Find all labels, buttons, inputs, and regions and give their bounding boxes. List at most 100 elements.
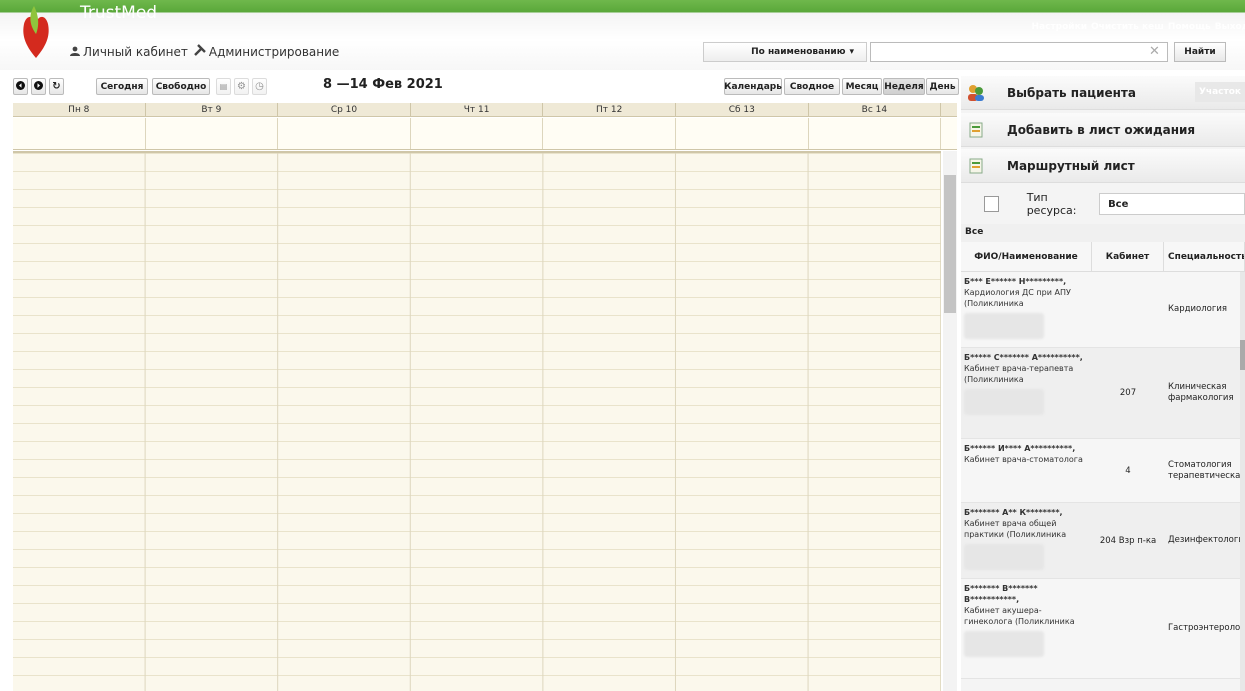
view-week[interactable]: Неделя [883,78,925,95]
nav-cabinet[interactable]: Личный кабинет [70,44,188,59]
row-name: Б*** Е****** Н*********, [964,277,1067,286]
column-specialty[interactable]: Специальность [1164,242,1245,271]
list-icon [961,122,991,138]
all-day-row[interactable] [13,118,957,150]
add-waitlist-button[interactable]: Добавить в лист ожидания [961,113,1245,147]
row-name-cell: Б*** Е****** Н*********, Кардиология ДС … [961,272,1092,347]
route-sheet-button[interactable]: Маршрутный лист [961,149,1245,183]
resource-checkbox[interactable] [984,196,999,212]
row-name-cell: Б****** И**** А**********, Кабинет врача… [961,439,1092,502]
search-input[interactable] [870,42,1168,62]
resource-type-label: Тип ресурса: [1026,191,1077,217]
calendar-scroll-thumb[interactable] [944,175,956,313]
resource-list: Б*** Е****** Н*********, Кардиология ДС … [961,272,1245,691]
row-name: Б******* А** К********, [964,508,1063,517]
app-header: TrustMed Личный кабинет Администрировани… [0,0,1245,70]
all-day-cell[interactable] [411,118,544,149]
gear-icon: ⚙ [237,81,246,92]
select-patient-button[interactable]: Выбрать пациента Участок [961,76,1245,110]
settings-button[interactable]: ⚙ [234,78,249,95]
resource-grid-header: ФИО/Наименование Кабинет Специальность [961,242,1245,272]
calendar-day-headers: Пн 8 Вт 9 Ср 10 Чт 11 Пт 12 Сб 13 Вс 14 [13,103,957,117]
grid-scrollbar[interactable] [1240,272,1245,691]
table-row[interactable]: Б******* А** К********, Кабинет врача об… [961,503,1245,579]
top-links: Настройки Очистить кеш Помощь Выход [1032,22,1245,32]
time-grid[interactable] [13,151,941,691]
row-name-cell: Б******* А** К********, Кабинет врача об… [961,503,1092,578]
table-row[interactable]: Б******* В******* В***********, Кабинет … [961,579,1245,679]
row-dept: Кардиология ДС при АПУ (Поликлиника [964,288,1071,308]
nav-admin-label: Администрирование [208,44,340,59]
add-waitlist-label: Добавить в лист ожидания [1007,122,1196,137]
search-button[interactable]: Найти [1174,42,1226,62]
link-clear-cache[interactable]: Очистить кеш [1091,22,1164,32]
app-window: TrustMed Личный кабинет Администрировани… [0,0,1245,691]
tools-icon [194,44,206,59]
row-spec: Гастроэнтерология [1168,623,1245,633]
row-spec: Клиническая фармакология [1168,382,1234,403]
all-day-cell[interactable] [676,118,809,149]
table-row[interactable]: Б****** И**** А**********, Кабинет врача… [961,439,1245,503]
row-spec: Стоматология терапевтическая [1168,459,1245,481]
week-calendar: Пн 8 Вт 9 Ср 10 Чт 11 Пт 12 Сб 13 Вс 14 [13,103,957,691]
view-summary[interactable]: Сводное [784,78,840,95]
row-dept: Кабинет врача общей практики (Поликлиник… [964,519,1067,539]
row-room: 4 [1125,465,1131,476]
blurred-info [964,631,1044,657]
all-day-cell[interactable] [543,118,676,149]
refresh-icon: ↻ [52,81,61,92]
view-day[interactable]: День [926,78,959,95]
all-day-cell[interactable] [146,118,279,149]
next-icon [34,80,43,93]
row-spec: Дезинфектология [1168,535,1245,545]
row-name: Б****** И**** А**********, [964,444,1076,453]
route-sheet-label: Маршрутный лист [1007,158,1135,173]
nav-admin[interactable]: Администрирование [194,44,339,59]
grid-scroll-thumb[interactable] [1240,340,1245,370]
row-room [1092,272,1164,347]
uchastok-button[interactable]: Участок [1195,82,1245,102]
all-day-cell[interactable] [278,118,411,149]
row-dept: Кабинет акушера-гинеколога (Поликлиника [964,606,1075,626]
prev-button[interactable] [13,78,28,95]
today-button[interactable]: Сегодня [96,78,148,95]
chevron-down-icon: ▾ [849,47,854,57]
day-header: Сб 13 [676,103,809,116]
nav-cabinet-label: Личный кабинет [83,44,188,59]
row-name: Б***** С******* А**********, [964,353,1083,362]
table-row[interactable]: Б*** Е****** Н*********, Кардиология ДС … [961,272,1245,348]
refresh-button[interactable]: ↻ [49,78,64,95]
view-month[interactable]: Месяц [842,78,882,95]
next-button[interactable] [31,78,46,95]
row-dept: Кабинет врача-стоматолога [964,455,1083,464]
resource-type-select[interactable]: Все [1099,193,1245,215]
link-settings[interactable]: Настройки [1032,22,1088,32]
nav-links: Личный кабинет Администрирование [70,44,339,59]
row-dept: Кабинет врача-терапевта (Поликлиника [964,364,1074,384]
brand-name: TrustMed [80,3,158,23]
print-button[interactable]: ▤ [216,78,231,95]
column-name[interactable]: ФИО/Наименование [961,242,1092,271]
day-header: Чт 11 [411,103,544,116]
view-calendar[interactable]: Календарь [724,78,782,95]
all-day-cell[interactable] [13,118,146,149]
prev-icon [16,80,25,93]
table-row[interactable]: Б***** С******* А**********, Кабинет вра… [961,348,1245,439]
select-patient-label: Выбрать пациента [1007,85,1136,100]
clear-icon[interactable]: ✕ [1149,44,1160,59]
right-panel: Выбрать пациента Участок Добавить в лист… [961,76,1245,691]
patients-icon [961,84,991,102]
all-day-cell[interactable] [809,118,942,149]
group-header: Все [961,224,1245,242]
free-button[interactable]: Свободно [152,78,210,95]
alarm-button[interactable]: ◷ [252,78,267,95]
link-help[interactable]: Помощь [1168,22,1211,32]
search-mode-dropdown[interactable]: По наименованию ▾ [703,42,867,62]
row-name-cell: Б******* В******* В***********, Кабинет … [961,579,1092,678]
column-room[interactable]: Кабинет [1092,242,1164,271]
row-name-cell: Б***** С******* А**********, Кабинет вра… [961,348,1092,438]
blurred-info [964,389,1044,415]
list-icon [961,158,991,174]
link-exit[interactable]: Выход [1215,22,1245,32]
user-icon [70,45,80,59]
